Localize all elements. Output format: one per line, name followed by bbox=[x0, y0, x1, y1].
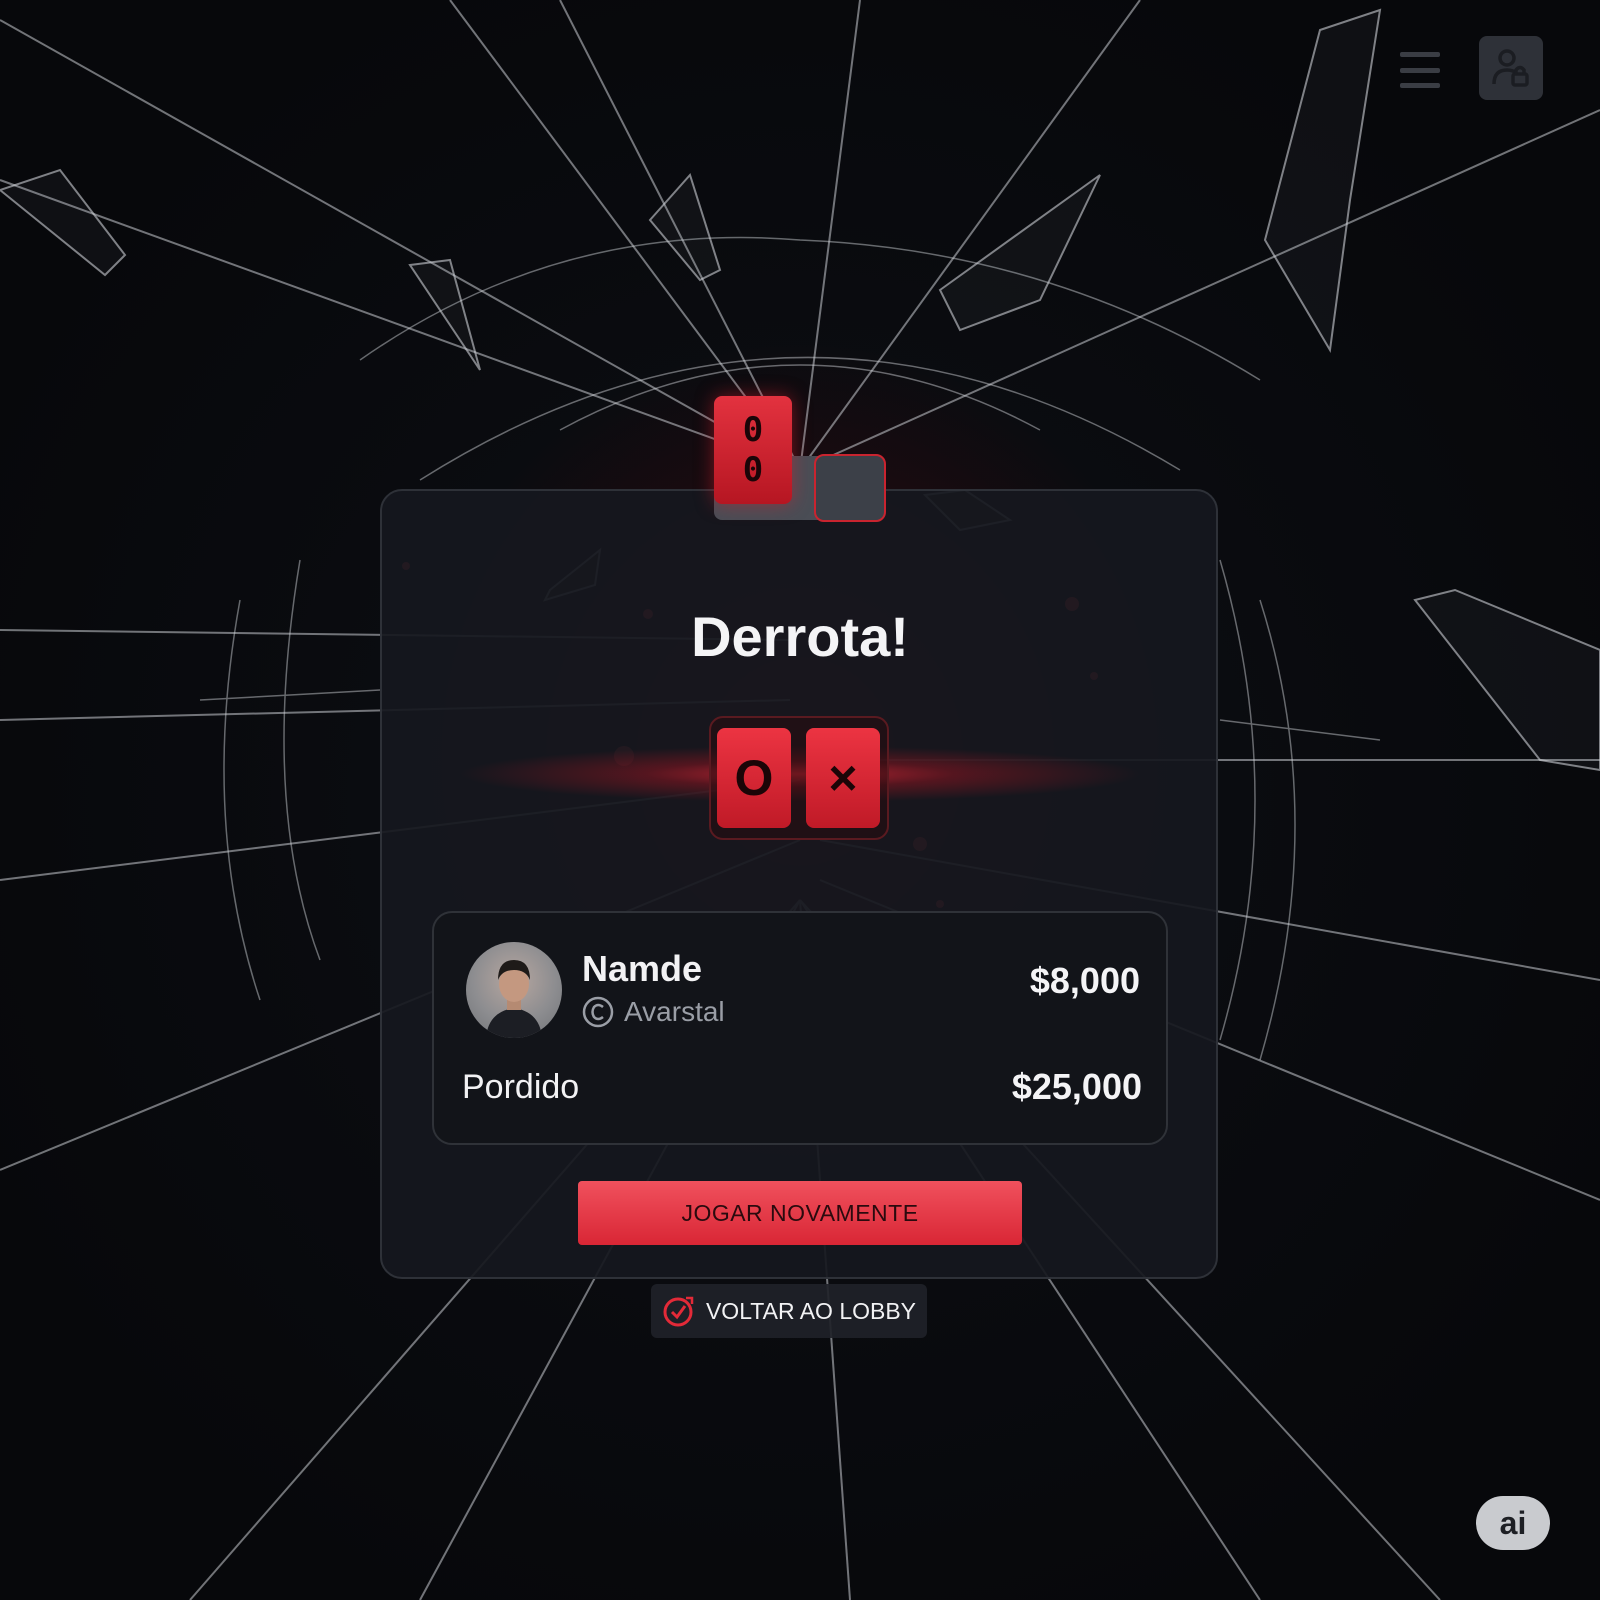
lost-label: Pordido bbox=[462, 1068, 580, 1106]
menu-bar bbox=[1400, 67, 1440, 73]
back-to-lobby-button[interactable]: VOLTAR AO LOBBY bbox=[651, 1284, 927, 1338]
o-tile: O bbox=[717, 728, 791, 828]
play-again-button[interactable]: JOGAR NOVAMENTE bbox=[578, 1181, 1022, 1245]
ai-badge: ai bbox=[1476, 1496, 1550, 1550]
empty-tile bbox=[814, 454, 886, 522]
player-tag-label: Avarstal bbox=[624, 996, 725, 1027]
player-tag: Avarstal bbox=[582, 996, 725, 1028]
avatar bbox=[466, 942, 562, 1038]
back-to-lobby-label: VOLTAR AO LOBBY bbox=[705, 1297, 917, 1324]
hamburger-menu-icon[interactable] bbox=[1396, 50, 1444, 90]
score-digit: 0 bbox=[742, 450, 764, 490]
user-lock-icon bbox=[1492, 49, 1529, 87]
account-button[interactable] bbox=[1479, 36, 1543, 100]
player-name: Namde bbox=[582, 948, 703, 989]
menu-bar bbox=[1400, 83, 1440, 88]
lost-amount: $25,000 bbox=[1011, 1066, 1142, 1107]
result-title: Derrota! bbox=[691, 605, 909, 668]
score-digit: 0 bbox=[742, 410, 764, 450]
avatar-portrait bbox=[486, 960, 542, 1038]
menu-bar bbox=[1400, 52, 1440, 57]
coin-icon bbox=[582, 996, 614, 1028]
score-tile: 0 0 bbox=[714, 396, 792, 504]
x-tile: × bbox=[806, 728, 880, 828]
game-result-screen: 0 0 Derrota! O × Namde Avarstal $8,000 P… bbox=[0, 0, 1600, 1600]
player-balance: $8,000 bbox=[1029, 960, 1140, 1001]
check-circle-icon bbox=[663, 1296, 694, 1327]
